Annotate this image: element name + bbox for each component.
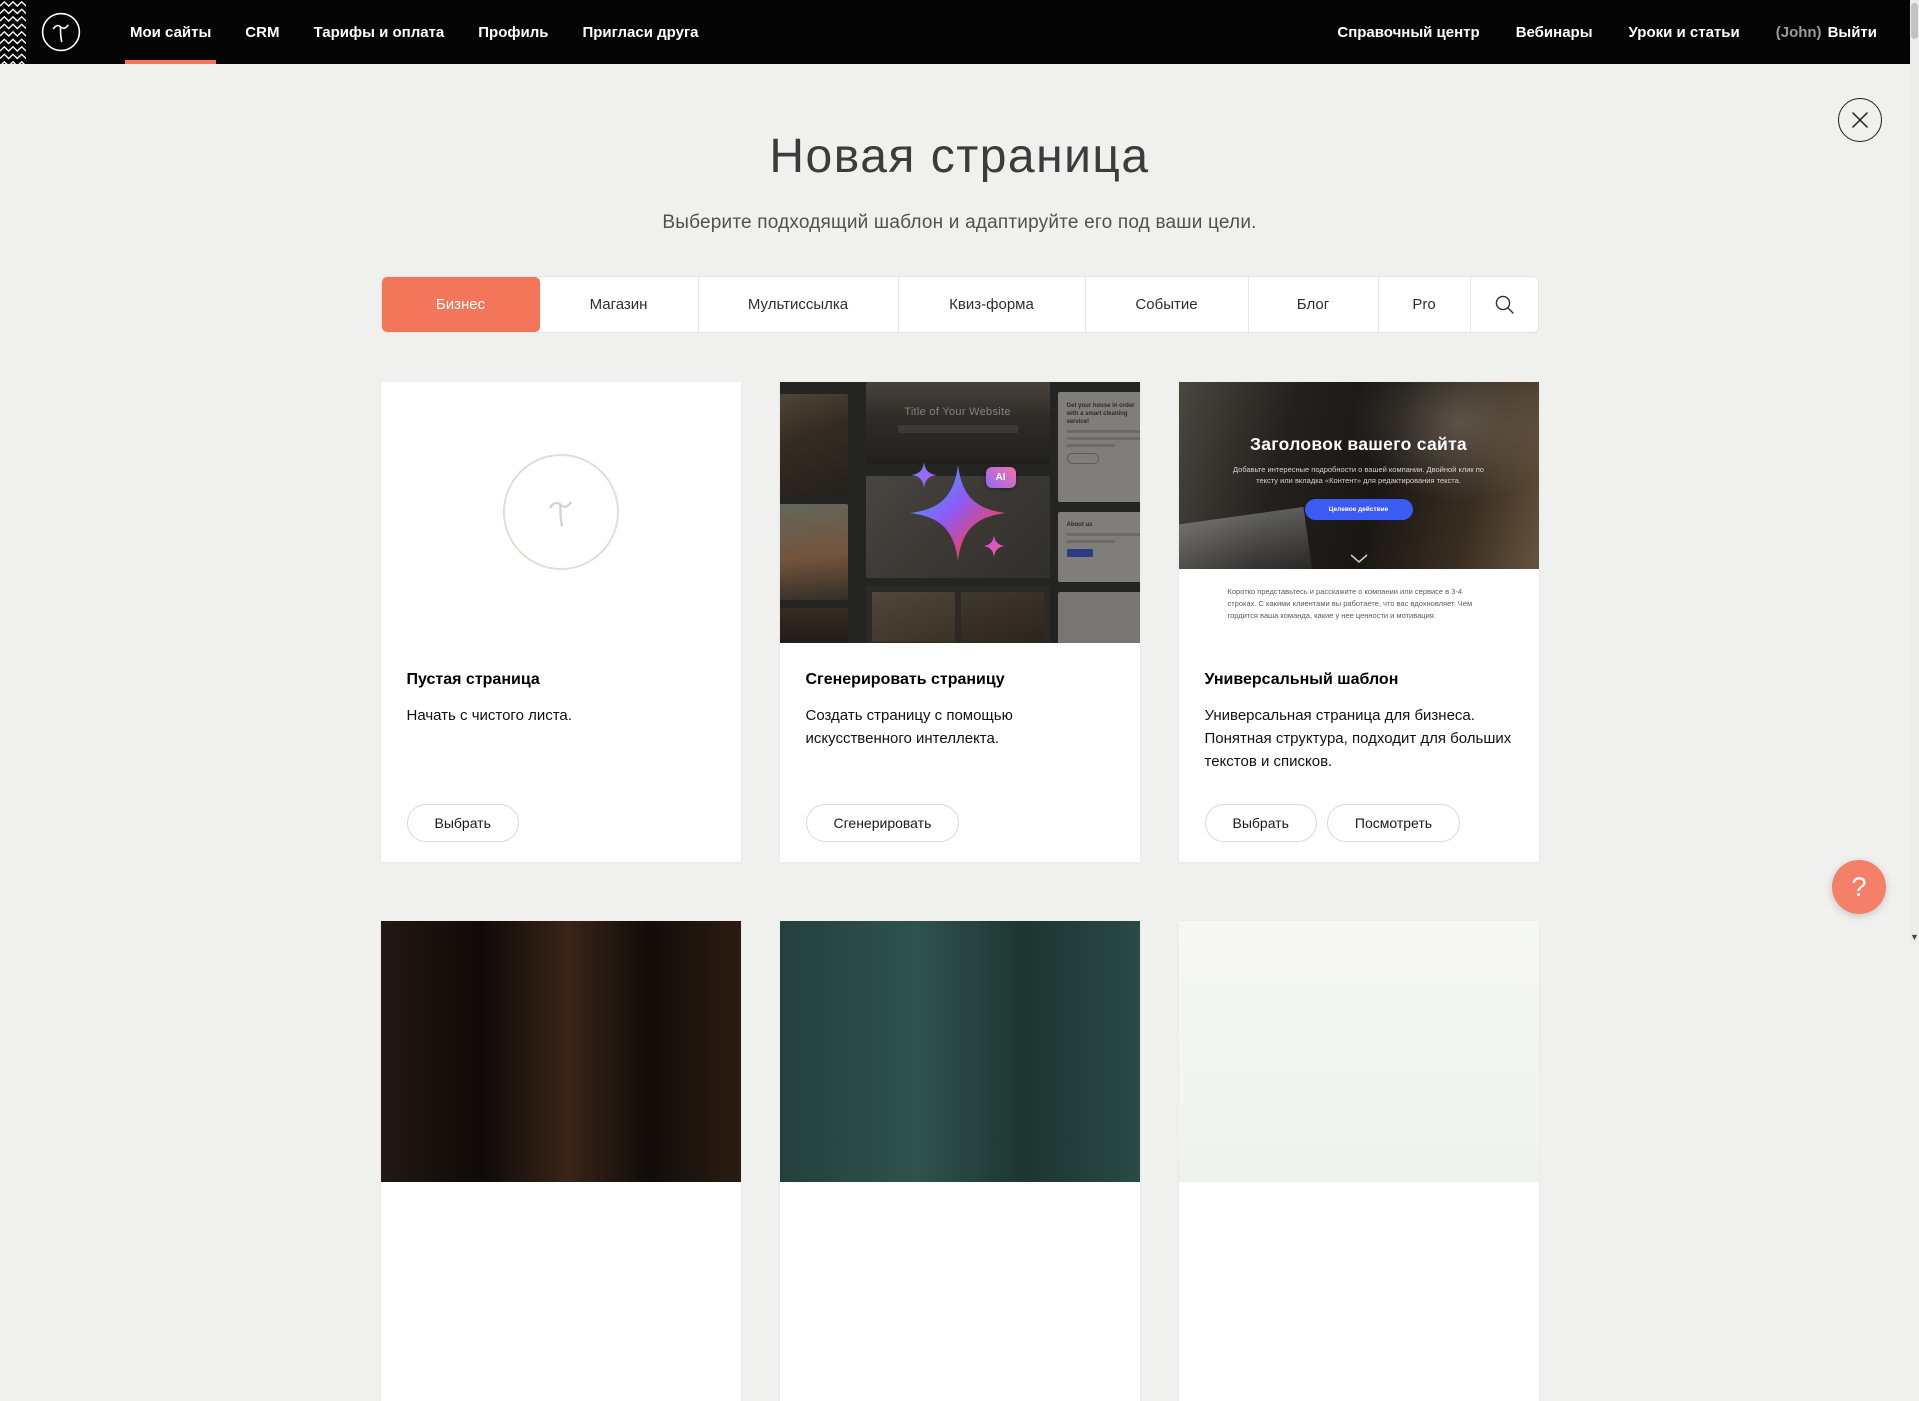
card-actions: Сгенерировать	[806, 804, 960, 842]
zigzag-pattern	[0, 0, 26, 64]
card-body: Пустая страница Начать с чистого листа.	[381, 643, 741, 727]
card-description: Создать страницу с помощью искусственног…	[806, 704, 1114, 751]
tab-event[interactable]: Событие	[1086, 277, 1249, 332]
tab-quiz-form[interactable]: Квиз-форма	[899, 277, 1086, 332]
template-cta-button: Целевое действие	[1305, 499, 1413, 520]
template-card-partial[interactable]	[381, 921, 741, 1401]
close-icon	[1851, 111, 1869, 129]
tab-search[interactable]	[1471, 277, 1538, 332]
logout-link[interactable]: Выйти	[1828, 24, 1877, 41]
tilda-watermark	[503, 454, 619, 570]
nav-profile[interactable]: Профиль	[461, 0, 565, 64]
card-blank-page[interactable]: Пустая страница Начать с чистого листа. …	[381, 382, 741, 862]
close-button[interactable]	[1838, 98, 1882, 142]
card-title: Пустая страница	[407, 671, 715, 689]
template-thumbnail	[780, 921, 1140, 1182]
main-nav: Мои сайты CRM Тарифы и оплата Профиль Пр…	[113, 0, 716, 64]
select-blank-button[interactable]: Выбрать	[407, 804, 519, 842]
question-mark-icon: ?	[1851, 872, 1866, 903]
template-thumbnail	[1179, 921, 1539, 1182]
template-hero-preview: Заголовок вашего сайта Добавьте интересн…	[1179, 382, 1539, 569]
template-card-partial[interactable]	[1179, 921, 1539, 1401]
card-ai-generate[interactable]: Title of Your Website Get your house in …	[780, 382, 1140, 862]
ai-badge: AI	[986, 467, 1016, 488]
template-body-preview: Коротко представьтесь и расскажите о ком…	[1179, 569, 1539, 643]
template-card-partial[interactable]	[780, 921, 1140, 1401]
search-icon	[1494, 294, 1515, 315]
sparkle-small-icon	[983, 535, 1005, 557]
tilda-glyph-icon	[533, 484, 589, 540]
nav-lessons[interactable]: Уроки и статьи	[1611, 0, 1758, 64]
card-actions: Выбрать	[407, 804, 519, 842]
card-body: Универсальный шаблон Универсальная стран…	[1179, 643, 1539, 774]
card-universal-template[interactable]: Заголовок вашего сайта Добавьте интересн…	[1179, 382, 1539, 862]
ai-thumbnail: Title of Your Website Get your house in …	[780, 382, 1140, 643]
blank-page-thumbnail	[381, 382, 741, 643]
user-name: (John)	[1776, 24, 1822, 41]
template-grid: Пустая страница Начать с чистого листа. …	[381, 382, 1539, 1401]
card-title: Универсальный шаблон	[1205, 671, 1513, 689]
top-navbar: Мои сайты CRM Тарифы и оплата Профиль Пр…	[0, 0, 1919, 64]
chevron-down-icon	[1350, 554, 1368, 563]
tab-pro[interactable]: Pro	[1379, 277, 1471, 332]
nav-invite-friend[interactable]: Пригласи друга	[565, 0, 715, 64]
page-title: Новая страница	[0, 128, 1919, 186]
nav-help-center[interactable]: Справочный центр	[1319, 0, 1497, 64]
template-body-text: Коротко представьтесь и расскажите о ком…	[1228, 586, 1490, 623]
tab-multilink[interactable]: Мультиссылка	[699, 277, 899, 332]
nav-crm[interactable]: CRM	[228, 0, 296, 64]
tilda-logo[interactable]	[41, 12, 81, 52]
universal-thumbnail: Заголовок вашего сайта Добавьте интересн…	[1179, 382, 1539, 643]
nav-my-sites[interactable]: Мои сайты	[113, 0, 228, 64]
nav-tariffs[interactable]: Тарифы и оплата	[296, 0, 461, 64]
select-universal-button[interactable]: Выбрать	[1205, 804, 1317, 842]
template-hero-title: Заголовок вашего сайта	[1179, 434, 1539, 455]
logout-control[interactable]: (John) Выйти	[1758, 0, 1877, 64]
nav-webinars[interactable]: Вебинары	[1498, 0, 1611, 64]
generate-button[interactable]: Сгенерировать	[806, 804, 960, 842]
card-actions: Выбрать Посмотреть	[1205, 804, 1461, 842]
page-scrollbar[interactable]: ▼	[1910, 0, 1919, 944]
scrollbar-down-arrow-icon[interactable]: ▼	[1910, 931, 1919, 943]
template-category-tabs: Бизнес Магазин Мультиссылка Квиз-форма С…	[381, 276, 1539, 333]
page-subtitle: Выберите подходящий шаблон и адаптируйте…	[0, 212, 1919, 234]
template-thumbnail	[381, 921, 741, 1182]
sparkle-small-icon	[911, 462, 937, 488]
preview-universal-button[interactable]: Посмотреть	[1327, 804, 1460, 842]
tab-shop[interactable]: Магазин	[540, 277, 699, 332]
template-hero-subtitle: Добавьте интересные подробности о вашей …	[1223, 464, 1495, 487]
card-body: Сгенерировать страницу Создать страницу …	[780, 643, 1140, 751]
secondary-nav: Справочный центр Вебинары Уроки и статьи…	[1319, 0, 1877, 64]
card-title: Сгенерировать страницу	[806, 671, 1114, 689]
help-button[interactable]: ?	[1832, 860, 1886, 914]
tab-blog[interactable]: Блог	[1249, 277, 1379, 332]
tab-business[interactable]: Бизнес	[382, 277, 540, 332]
scrollbar-thumb[interactable]	[1911, 3, 1918, 39]
card-description: Начать с чистого листа.	[407, 704, 715, 727]
card-description: Универсальная страница для бизнеса. Поня…	[1205, 704, 1513, 774]
